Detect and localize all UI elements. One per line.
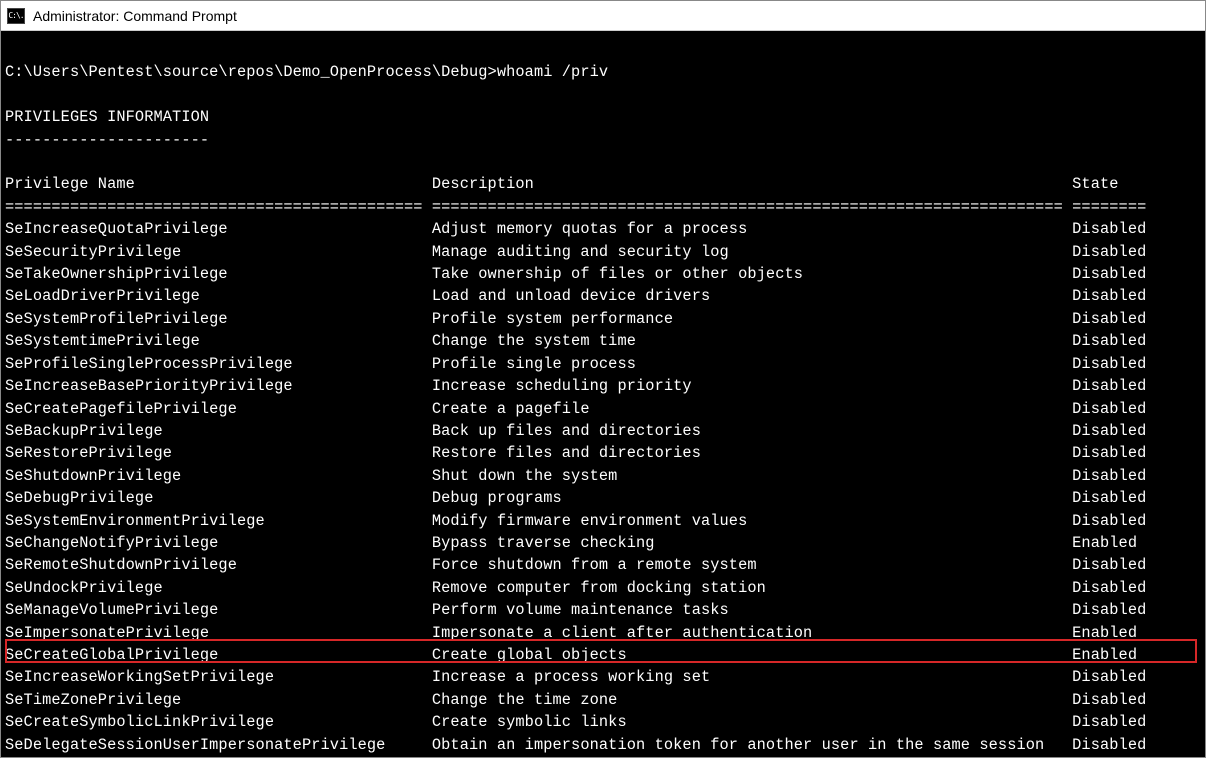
cmd-icon: C:\. [7,8,25,24]
command-prompt-window: C:\. Administrator: Command Prompt C:\Us… [0,0,1206,758]
highlight-seimpersonate [5,639,1197,663]
window-title: Administrator: Command Prompt [33,8,237,24]
terminal-output[interactable]: C:\Users\Pentest\source\repos\Demo_OpenP… [1,31,1205,757]
titlebar[interactable]: C:\. Administrator: Command Prompt [1,1,1205,31]
